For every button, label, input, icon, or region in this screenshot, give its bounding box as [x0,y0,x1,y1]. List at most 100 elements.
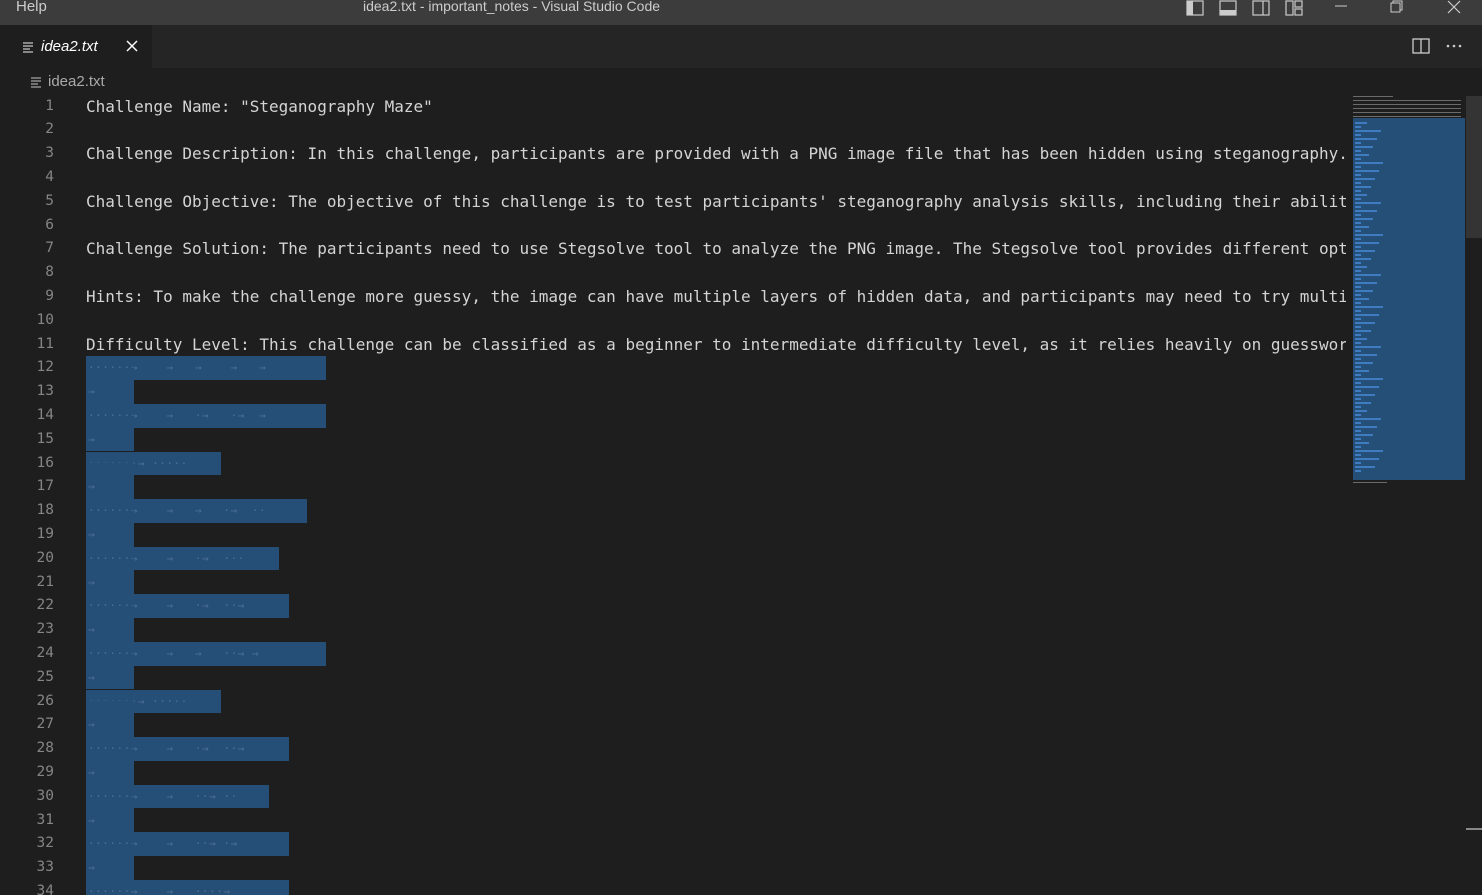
close-icon[interactable] [123,37,141,55]
editor-line[interactable]: 24 ······→ → → ··→ → [0,641,1346,666]
minimap-line [1353,112,1461,113]
whitespace-markers: → [88,432,96,446]
toggle-secondary-sidebar-icon[interactable] [1252,0,1272,16]
minimap-line [1355,206,1361,208]
editor-line[interactable]: 31 → [0,796,1346,833]
editor-line[interactable]: 9 Hints: To make the challenge more guess… [0,285,1346,309]
minimap[interactable] [1346,96,1466,895]
whitespace-markers: → [88,670,96,684]
line-number: 4 [45,168,54,185]
editor-line[interactable]: 12 ······→ → → → → [0,356,1346,381]
editor-line[interactable]: 29 → [0,748,1346,785]
line-number: 16 [36,454,54,471]
window-title: idea2.txt - important_notes - Visual Stu… [363,0,661,14]
customize-layout-icon[interactable] [1285,0,1305,16]
minimap-line [1355,150,1361,152]
title-bar: Help idea2.txt - important_notes - Visua… [0,0,1482,25]
editor-line[interactable]: 19 → [0,510,1346,547]
breadcrumb-file[interactable]: idea2.txt [48,73,105,90]
minimap-line [1355,286,1361,288]
scroll-thumb[interactable] [1466,96,1482,238]
editor-line[interactable]: 10 [0,309,1346,333]
minimap-line [1355,278,1361,280]
editor-line[interactable]: 20 ······→ → ·→ ··· [0,546,1346,571]
line-number: 17 [36,478,54,495]
code-text: Difficulty Level: This challenge can be … [86,334,1346,354]
minimap-line [1355,194,1367,196]
minimap-line [1355,146,1373,148]
minimap-line [1355,122,1367,124]
editor-line[interactable]: 6 [0,214,1346,238]
vertical-scrollbar[interactable] [1466,96,1482,895]
minimap-line [1355,314,1379,316]
editor-line[interactable]: 33 → [0,844,1346,880]
minimap-line [1355,426,1377,428]
editor-line[interactable]: 26 ·······→ ····· [0,689,1346,714]
editor-line[interactable]: 32 ······→ → ··→ ·→ [0,832,1346,857]
editor-line[interactable]: 30 ······→ → ··→ ·· [0,784,1346,809]
minimap-line [1355,462,1361,464]
editor-line[interactable]: 34 ······→ → ····→ [0,879,1346,895]
line-number: 5 [45,192,54,209]
editor-line[interactable]: 1 Challenge Name: "Steganography Maze" [0,96,1346,118]
line-number: 24 [36,644,54,661]
minimap-line [1355,454,1361,456]
minimap-line [1355,134,1361,136]
minimap-line [1355,218,1373,220]
line-number: 11 [36,335,54,352]
toggle-primary-sidebar-icon[interactable] [1186,0,1206,16]
breadcrumb: idea2.txt [0,68,1482,96]
editor-line[interactable]: 4 [0,166,1346,190]
minimap-line [1355,294,1361,296]
code-text: Hints: To make the challenge more guessy… [86,286,1346,306]
editor-line[interactable]: 22 ······→ → ·→ ··→ [0,594,1346,619]
split-editor-icon[interactable] [1411,37,1431,55]
editor-line[interactable]: 13 → [0,368,1346,404]
line-number: 15 [36,430,54,447]
editor-line[interactable]: 28 ······→ → ·→ ··→ [0,737,1346,761]
editor-line[interactable]: 23 → [0,606,1346,642]
minimap-line [1355,370,1369,372]
close-window-icon[interactable] [1440,0,1470,18]
minimap-line [1355,418,1381,420]
more-actions-icon[interactable] [1445,37,1465,55]
whitespace-markers: → [88,718,96,732]
line-number: 25 [36,668,54,685]
line-number: 6 [45,216,54,233]
editor-line[interactable]: 5 Challenge Objective: The objective of t… [0,190,1346,214]
minimap-line [1355,222,1361,224]
minimap-line [1355,330,1371,332]
minimap-line [1355,410,1367,412]
tab-label: idea2.txt [41,38,98,55]
minimap-line [1355,358,1361,360]
tab-idea2[interactable]: idea2.txt [0,25,152,68]
line-number: 3 [45,145,54,162]
editor-line[interactable]: 7 Challenge Solution: The participants ne… [0,237,1346,261]
editor-line[interactable]: 25 → [0,653,1346,690]
editor-line[interactable]: 8 [0,261,1346,285]
editor-line[interactable]: 18 ······→ → → ·→ ·· [0,499,1346,523]
line-number: 13 [36,383,54,400]
editor-line[interactable]: 3 Challenge Description: In this challeng… [0,142,1346,166]
whitespace-markers: ······→ → ····→ [88,884,231,895]
editor-line[interactable]: 15 → [0,415,1346,452]
minimap-line [1355,398,1361,400]
editor-line[interactable]: 11 Difficulty Level: This challenge can b… [0,333,1346,357]
minimap-line [1355,450,1383,452]
toggle-panel-icon[interactable] [1219,0,1239,16]
minimize-icon[interactable] [1327,0,1357,18]
line-number: 10 [36,311,54,328]
editor-line[interactable]: 2 [0,118,1346,142]
menu-help[interactable]: Help [16,0,47,15]
line-number: 8 [45,264,54,281]
editor-text-area[interactable]: 1 Challenge Name: "Steganography Maze" 2 3 C… [0,96,1346,895]
editor-line[interactable]: 17 → [0,463,1346,500]
editor-line[interactable]: 27 → [0,701,1346,738]
minimap-line [1355,250,1375,252]
minimap-line [1355,202,1381,204]
minimap-line [1355,186,1371,188]
editor-line[interactable]: 21 → [0,558,1346,595]
restore-icon[interactable] [1383,0,1413,18]
editor-line[interactable]: 16 ·······→ ····· [0,451,1346,476]
editor-line[interactable]: 14 ······→ → ·→ ·→ → [0,403,1346,428]
